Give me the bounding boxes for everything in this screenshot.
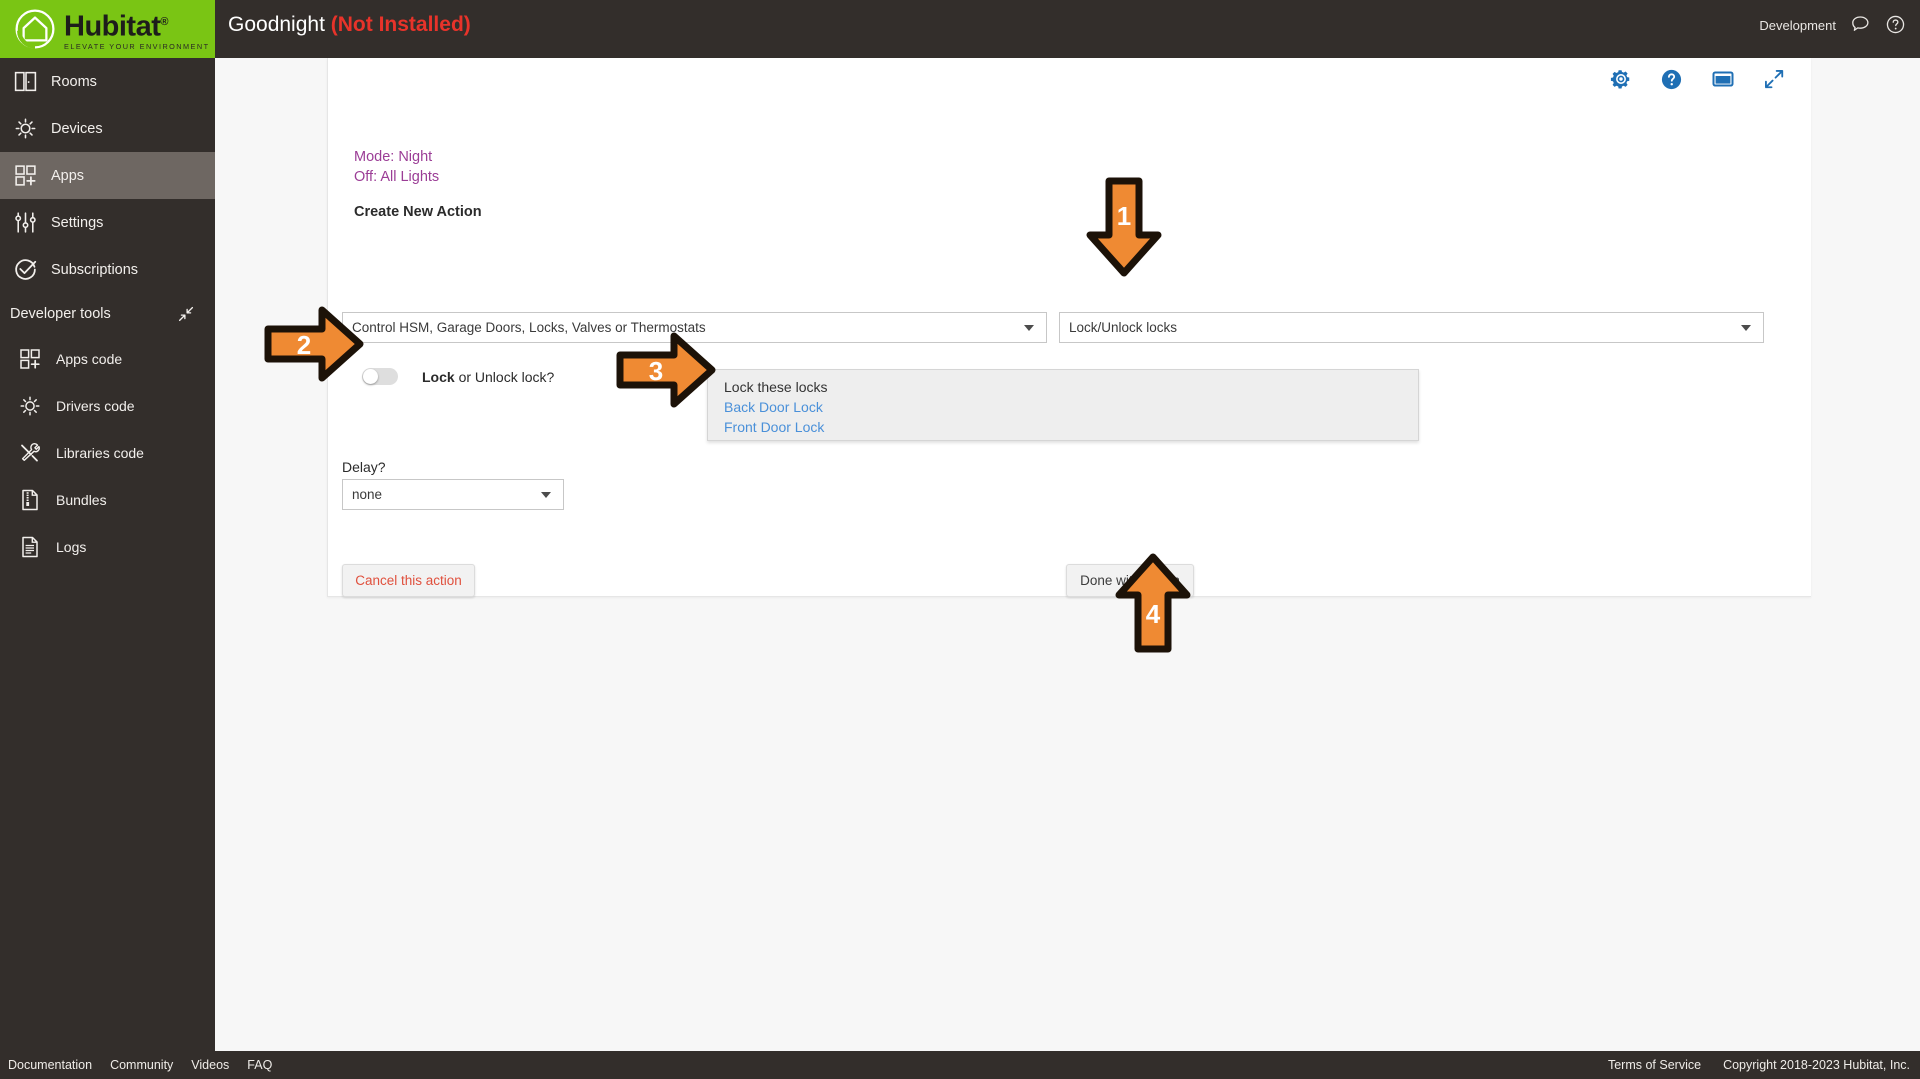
- footer-link-documentation[interactable]: Documentation: [8, 1058, 92, 1072]
- action-editor-card: Mode: Night Off: All Lights Create New A…: [327, 58, 1811, 597]
- lock-link-front-door[interactable]: Front Door Lock: [724, 419, 824, 435]
- check-circle-icon: [15, 259, 37, 280]
- footer-copyright: Copyright 2018-2023 Hubitat, Inc.: [1723, 1058, 1910, 1072]
- sidebar-item-label: Apps code: [56, 350, 123, 367]
- lock-link-back-door[interactable]: Back Door Lock: [724, 399, 823, 415]
- lock-unlock-toggle-label: Lock or Unlock lock?: [422, 369, 554, 385]
- sidebar-item-label: Drivers code: [56, 397, 135, 414]
- top-bar-right: Development: [1759, 14, 1906, 35]
- sidebar-item-label: Devices: [51, 120, 103, 137]
- app-name-text: Goodnight: [228, 13, 325, 36]
- main-content: Mode: Night Off: All Lights Create New A…: [215, 58, 1920, 1051]
- environment-label: Development: [1759, 18, 1836, 33]
- annotation-arrow-2: 2: [264, 304, 364, 384]
- sidebar: Rooms Devices Apps Settings Subscription…: [0, 58, 215, 1079]
- brand-tagline: ELEVATE YOUR ENVIRONMENT: [64, 41, 210, 51]
- rooms-icon: [14, 71, 37, 92]
- off-summary-line: Off: All Lights: [354, 169, 440, 185]
- hubitat-app-window: Hubitat® ELEVATE YOUR ENVIRONMENT Goodni…: [0, 0, 1920, 1079]
- capability-select-value: Lock/Unlock locks: [1069, 320, 1178, 335]
- brand-name: Hubitat®: [64, 10, 168, 43]
- developer-tools-label: Developer tools: [10, 306, 111, 322]
- chat-bubble-icon[interactable]: [1850, 14, 1871, 35]
- expand-diagonal-icon[interactable]: [1763, 68, 1785, 90]
- monitor-window-icon[interactable]: [1711, 67, 1735, 91]
- chevron-down-icon: [1024, 324, 1034, 331]
- footer-link-faq[interactable]: FAQ: [247, 1058, 272, 1072]
- device-bulb-icon: [15, 118, 36, 139]
- sidebar-item-subscriptions[interactable]: Subscriptions: [0, 246, 215, 293]
- apps-grid-plus-icon: [20, 348, 40, 369]
- capability-select[interactable]: Lock/Unlock locks: [1059, 312, 1764, 343]
- annotation-arrow-3: 3: [616, 330, 716, 410]
- annotation-arrow-1: 1: [1084, 177, 1164, 277]
- sidebar-item-apps-code[interactable]: Apps code: [0, 335, 215, 382]
- sidebar-item-label: Settings: [51, 214, 104, 231]
- footer-link-videos[interactable]: Videos: [191, 1058, 229, 1072]
- sidebar-item-label: Logs: [56, 538, 87, 555]
- question-circle-icon[interactable]: [1660, 68, 1683, 91]
- section-title-create-new-action: Create New Action: [354, 204, 482, 220]
- annotation-number: 3: [649, 356, 663, 386]
- mode-summary-line: Mode: Night: [354, 149, 433, 165]
- install-status-badge: (Not Installed): [330, 13, 471, 36]
- top-bar: Hubitat® ELEVATE YOUR ENVIRONMENT Goodni…: [0, 0, 1920, 58]
- locks-selection-panel: Lock these locks Back Door Lock Front Do…: [707, 369, 1419, 441]
- delay-select[interactable]: none: [342, 479, 564, 510]
- delay-select-value: none: [352, 487, 383, 502]
- brand-trademark: ®: [160, 16, 168, 29]
- bundle-zip-file-icon: [22, 489, 38, 510]
- sidebar-item-label: Bundles: [56, 491, 107, 508]
- sidebar-item-label: Rooms: [51, 73, 97, 90]
- sidebar-item-drivers-code[interactable]: Drivers code: [0, 382, 215, 429]
- sidebar-item-label: Subscriptions: [51, 261, 139, 278]
- chevron-down-icon: [1741, 324, 1751, 331]
- sidebar-item-libraries-code[interactable]: Libraries code: [0, 429, 215, 476]
- chevron-down-icon: [541, 491, 551, 498]
- card-toolbar: [1610, 67, 1785, 91]
- sidebar-item-rooms[interactable]: Rooms: [0, 58, 215, 105]
- page-title: Goodnight (Not Installed): [228, 13, 471, 37]
- toggle-label-rest: or Unlock lock?: [454, 368, 555, 385]
- toggle-label-bold: Lock: [422, 368, 455, 385]
- annotation-number: 4: [1146, 599, 1161, 629]
- sidebar-item-bundles[interactable]: Bundles: [0, 476, 215, 523]
- annotation-number: 2: [297, 330, 311, 360]
- lock-unlock-toggle[interactable]: [362, 368, 398, 385]
- sliders-icon: [15, 212, 36, 233]
- sidebar-item-devices[interactable]: Devices: [0, 105, 215, 152]
- gear-icon[interactable]: [1610, 68, 1632, 90]
- apps-grid-plus-icon: [15, 165, 36, 186]
- toggle-knob: [363, 369, 378, 384]
- question-circle-icon[interactable]: [1885, 14, 1906, 35]
- sidebar-item-label: Apps: [51, 167, 85, 184]
- sidebar-item-apps[interactable]: Apps: [0, 152, 215, 199]
- hubitat-house-icon: [15, 9, 55, 49]
- cancel-this-action-button[interactable]: Cancel this action: [342, 564, 475, 597]
- document-lines-icon: [22, 536, 38, 557]
- footer: Documentation Community Videos FAQ Terms…: [0, 1051, 1920, 1079]
- lock-unlock-toggle-row: Lock or Unlock lock?: [362, 368, 554, 385]
- delay-label: Delay?: [342, 459, 386, 475]
- brand-logo[interactable]: Hubitat® ELEVATE YOUR ENVIRONMENT: [0, 0, 215, 58]
- sidebar-item-settings[interactable]: Settings: [0, 199, 215, 246]
- footer-link-community[interactable]: Community: [110, 1058, 173, 1072]
- footer-right-links: Terms of Service Copyright 2018-2023 Hub…: [1608, 1058, 1910, 1072]
- developer-tools-header[interactable]: Developer tools: [0, 293, 215, 335]
- sidebar-item-label: Libraries code: [56, 444, 144, 461]
- collapse-arrows-icon[interactable]: [177, 305, 195, 323]
- tools-wrench-screwdriver-icon: [21, 442, 40, 461]
- sidebar-item-logs[interactable]: Logs: [0, 523, 215, 570]
- locks-panel-title: Lock these locks: [724, 379, 828, 395]
- annotation-number: 1: [1117, 201, 1131, 231]
- footer-link-terms-of-service[interactable]: Terms of Service: [1608, 1058, 1701, 1072]
- device-bulb-icon: [20, 395, 40, 416]
- footer-left-links: Documentation Community Videos FAQ: [8, 1058, 272, 1072]
- annotation-arrow-4: 4: [1113, 553, 1193, 653]
